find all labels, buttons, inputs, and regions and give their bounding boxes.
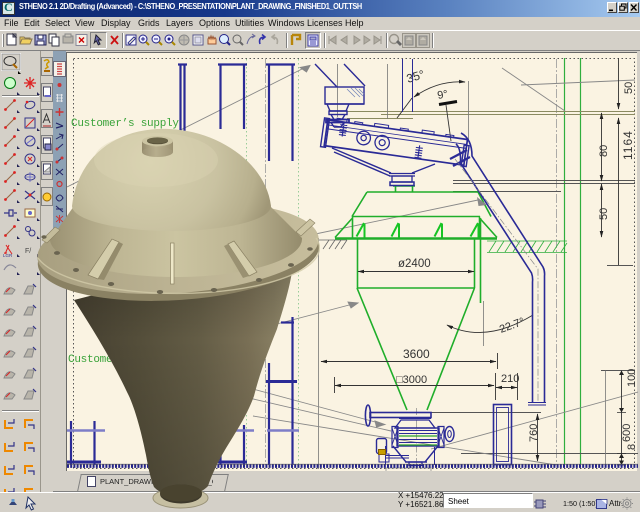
svg-text:210: 210 xyxy=(501,373,519,385)
svg-text:ø2400: ø2400 xyxy=(398,258,431,270)
svg-text:LGR: LGR xyxy=(3,253,13,258)
svg-text:1164: 1164 xyxy=(621,130,635,160)
svg-text:50: 50 xyxy=(623,82,635,94)
svg-text:35°: 35° xyxy=(405,67,427,86)
svg-text:□3000: □3000 xyxy=(396,374,427,386)
svg-text:760: 760 xyxy=(528,424,540,442)
svg-text:50: 50 xyxy=(598,208,610,220)
svg-text:8: 8 xyxy=(626,444,638,450)
svg-text:3600: 3600 xyxy=(403,347,430,361)
svg-text:100: 100 xyxy=(626,369,638,387)
svg-text:600: 600 xyxy=(621,424,633,442)
svg-text:22.7°: 22.7° xyxy=(498,316,526,336)
svg-text:F/: F/ xyxy=(25,248,31,255)
svg-text:9°: 9° xyxy=(436,88,448,102)
svg-text:80: 80 xyxy=(598,145,610,157)
